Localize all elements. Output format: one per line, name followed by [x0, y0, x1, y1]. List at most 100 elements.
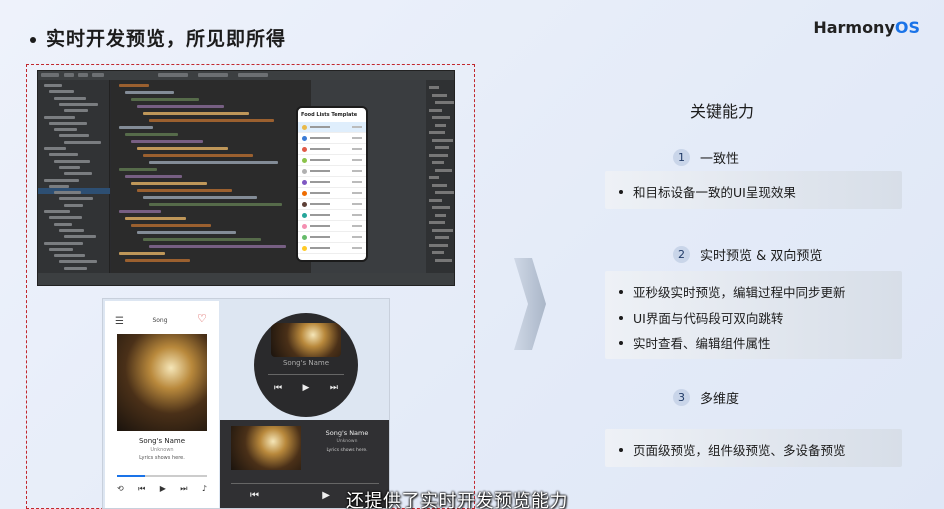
code-line: [125, 133, 178, 136]
code-line: [125, 217, 186, 220]
feature-3-item: 页面级预览，组件级预览、多设备预览: [619, 440, 846, 459]
code-line: [143, 196, 257, 199]
tree-line: [44, 84, 62, 87]
watch-device: Song's Name ⏮ ▶ ⏭: [254, 313, 358, 417]
brand-os: OS: [894, 18, 920, 37]
ide-statusbar: [38, 273, 454, 285]
watch-previous-icon[interactable]: ⏮: [274, 383, 282, 393]
lyrics-icon[interactable]: ♪: [202, 484, 207, 494]
slide-title-text: 实时开发预览，所见即所得: [46, 28, 287, 50]
ide-project-tree: [38, 80, 110, 275]
component-line: [435, 168, 452, 172]
code-line: [131, 98, 199, 101]
food-list-row[interactable]: [298, 199, 366, 210]
tree-line: [44, 210, 70, 213]
repeat-icon[interactable]: ⟲: [117, 484, 124, 494]
food-list-row[interactable]: [298, 133, 366, 144]
tree-line: [49, 90, 74, 94]
code-line: [119, 168, 157, 171]
component-line: [432, 228, 453, 232]
feature-2-heading: 2 实时预览 & 双向预览: [673, 245, 822, 264]
tree-line: [44, 178, 79, 182]
feature-1-number: 1: [673, 149, 690, 166]
component-line: [432, 183, 447, 187]
feature-2-item: 实时查看、编辑组件属性: [619, 333, 771, 352]
tablet-album-art: [231, 426, 301, 470]
tablet-lyrics: Lyrics shows here.: [326, 448, 368, 453]
heart-icon[interactable]: ♡: [197, 312, 207, 325]
component-line: [432, 116, 450, 119]
code-line: [149, 203, 282, 206]
video-caption: 还提供了实时开发预览能力: [346, 491, 568, 509]
component-line: [429, 198, 442, 202]
code-line: [125, 91, 174, 94]
tablet-play-icon[interactable]: ▶: [322, 490, 330, 501]
menu-icon[interactable]: ☰: [115, 316, 124, 327]
food-list-row[interactable]: [298, 122, 366, 133]
food-list-row[interactable]: [298, 188, 366, 199]
component-line: [429, 243, 448, 247]
feature-3-number: 3: [673, 389, 690, 406]
tree-line: [54, 254, 85, 258]
tablet-artist: Unknown: [336, 439, 358, 444]
panel-title: 关键能力: [690, 102, 755, 121]
code-line: [119, 84, 149, 87]
component-line: [429, 153, 448, 157]
tree-line: [54, 128, 77, 132]
tree-line: [64, 172, 92, 176]
code-line: [119, 126, 153, 129]
tablet-song-name: Song's Name: [325, 429, 369, 437]
code-line: [143, 154, 253, 157]
title-bullet: [30, 36, 36, 43]
code-line: [119, 210, 161, 213]
tree-line: [49, 247, 73, 251]
food-list-row[interactable]: [298, 221, 366, 232]
feature-1-heading: 1 一致性: [673, 148, 739, 167]
tablet-progress-bar[interactable]: [231, 483, 379, 484]
component-line: [432, 161, 444, 164]
food-list: [298, 122, 366, 254]
food-list-row[interactable]: [298, 166, 366, 177]
food-list-row[interactable]: [298, 144, 366, 155]
component-line: [432, 206, 450, 209]
ide-code-editor: [111, 80, 311, 275]
tree-line: [64, 235, 96, 239]
previous-icon[interactable]: ⏮: [138, 484, 145, 494]
preview-phone: Food Lists Template: [296, 106, 368, 262]
feature-2-number: 2: [673, 246, 690, 263]
tree-line: [59, 102, 98, 106]
food-list-row[interactable]: [298, 210, 366, 221]
next-icon[interactable]: ⏭: [180, 484, 187, 494]
tree-line: [44, 115, 75, 119]
harmonyos-logo: HarmonyOS: [813, 18, 920, 37]
watch-progress-bar[interactable]: [268, 374, 344, 375]
feature-2-item: 亚秒级实时预览，编辑过程中同步更新: [619, 282, 846, 301]
play-icon[interactable]: ▶: [160, 484, 166, 494]
tree-line: [64, 203, 83, 207]
tablet-controls: ⏮ ▶: [250, 490, 330, 501]
component-line: [429, 86, 439, 89]
component-line: [429, 221, 445, 224]
food-list-row[interactable]: [298, 177, 366, 188]
code-line: [137, 147, 228, 150]
code-line: [131, 224, 211, 227]
food-list-row[interactable]: [298, 243, 366, 254]
food-list-row[interactable]: [298, 232, 366, 243]
progress-bar[interactable]: [117, 475, 207, 477]
watch-play-icon[interactable]: ▶: [303, 383, 310, 393]
ide-screenshot: [37, 70, 455, 286]
artist-name: Unknown: [150, 447, 174, 453]
component-line: [429, 131, 445, 134]
code-line: [143, 238, 261, 241]
code-line: [149, 161, 278, 164]
component-line: [435, 146, 449, 149]
food-list-row[interactable]: [298, 155, 366, 166]
brand-main: Harmony: [813, 18, 895, 37]
feature-3-label: 多维度: [700, 392, 740, 407]
watch-next-icon[interactable]: ⏭: [330, 383, 338, 393]
component-line: [432, 251, 444, 254]
multi-device-preview: ☰ Song ♡ Song's Name Unknown Lyrics show…: [102, 298, 390, 509]
feature-2-card: 亚秒级实时预览，编辑过程中同步更新 UI界面与代码段可双向跳转 实时查看、编辑组…: [605, 271, 902, 359]
code-line: [143, 112, 249, 115]
tablet-previous-icon[interactable]: ⏮: [250, 490, 259, 501]
